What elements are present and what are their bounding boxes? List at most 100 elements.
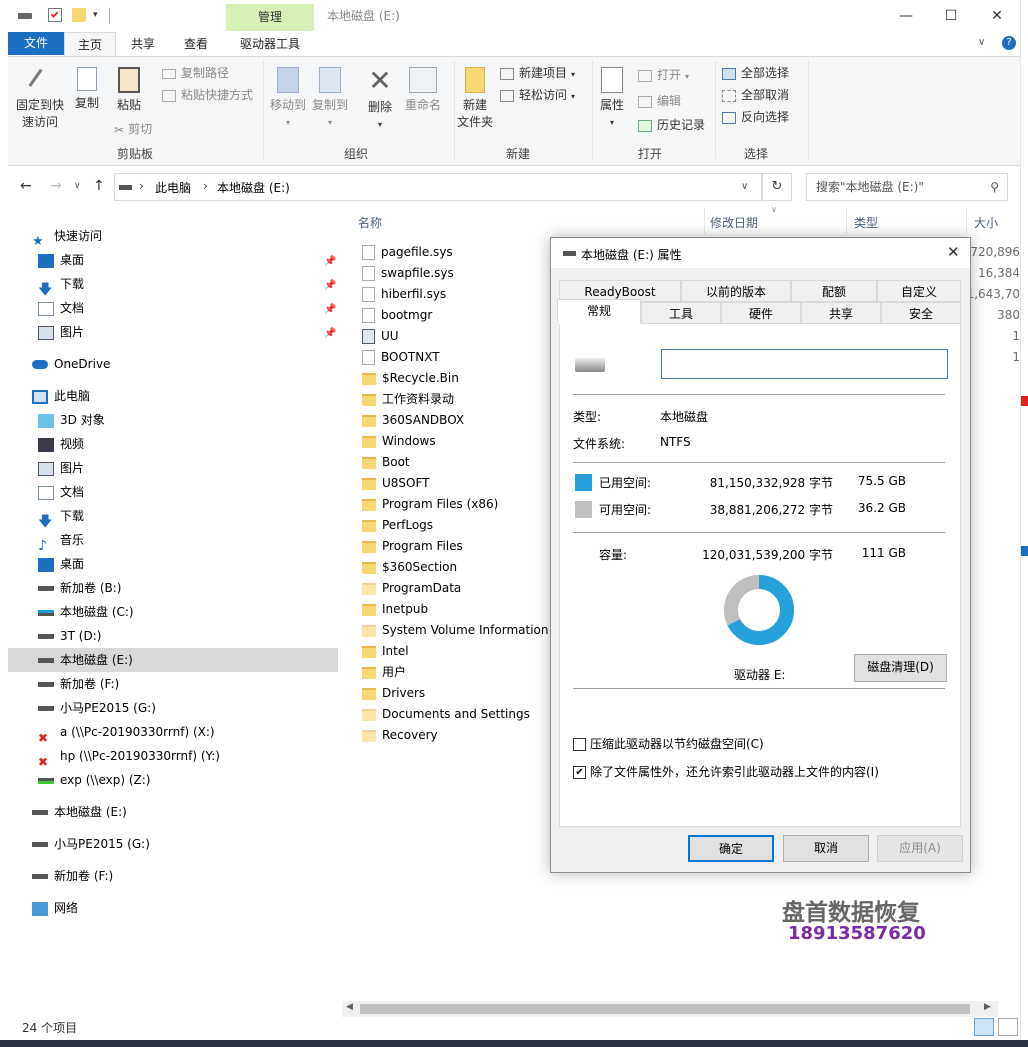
search-input[interactable]: 搜索"本地磁盘 (E:)" ⚲ [806, 173, 1008, 201]
delete-button[interactable]: ✕ 删除 ▾ [362, 67, 398, 133]
tab-quota[interactable]: 配额 [791, 280, 877, 302]
ok-button[interactable]: 确定 [688, 835, 774, 862]
nav-downloads[interactable]: 🡇 下载 [38, 272, 84, 298]
select-none-button[interactable]: 全部取消 [722, 85, 789, 105]
tab-security[interactable]: 安全 [881, 302, 961, 324]
tab-general-active[interactable]: 常规 [557, 299, 641, 324]
move-to-button[interactable]: 移动到 ▾ [268, 67, 308, 131]
cancel-button[interactable]: 取消 [783, 835, 869, 862]
address-bar[interactable]: › 此电脑 › 本地磁盘 (E:) ∨ [114, 173, 762, 201]
up-arrow-icon[interactable]: ↑ [93, 178, 105, 194]
tab-tools[interactable]: 工具 [641, 302, 721, 324]
pin-icon[interactable]: 📌 [324, 280, 336, 291]
dialog-close-icon[interactable]: ✕ [947, 243, 960, 261]
minimize-button[interactable]: — [896, 6, 916, 26]
history-button[interactable]: 历史记录 [638, 115, 705, 135]
large-icons-view-icon[interactable] [998, 1018, 1018, 1036]
tab-customize[interactable]: 自定义 [877, 280, 961, 302]
nav-this-pc[interactable]: 此电脑 [32, 384, 90, 408]
nav-removable-e[interactable]: 本地磁盘 (E:) [32, 800, 127, 824]
new-item-button[interactable]: 新建项目 ▾ [500, 63, 575, 83]
open-button[interactable]: 打开 ▾ [638, 65, 689, 85]
index-checkbox-checked[interactable]: ✔ [573, 766, 586, 779]
nav-drive-f[interactable]: 新加卷 (F:) [38, 672, 119, 696]
tab-sharing[interactable]: 共享 [801, 302, 881, 324]
collapse-ribbon-icon[interactable]: ∨ [978, 37, 985, 48]
address-dropdown-icon[interactable]: ∨ [741, 181, 748, 192]
easy-access-button[interactable]: 轻松访问 ▾ [500, 85, 575, 105]
nav-onedrive[interactable]: OneDrive [32, 352, 110, 376]
nav-drive-d[interactable]: 3T (D:) [38, 624, 101, 648]
column-header-size[interactable]: 大小 [974, 214, 998, 231]
paste-button[interactable]: 粘贴 [108, 67, 150, 114]
scroll-right-arrow-icon[interactable]: ▶ [984, 1002, 991, 1012]
nav-desktop[interactable]: 桌面 [38, 248, 84, 272]
recent-locations-icon[interactable]: ∨ [74, 181, 81, 191]
properties-button[interactable]: 属性 ▾ [592, 67, 632, 131]
tab-previous-versions[interactable]: 以前的版本 [681, 280, 791, 302]
edit-button[interactable]: 编辑 [638, 91, 681, 111]
copy-button[interactable]: 复制 [68, 67, 106, 112]
refresh-icon[interactable]: ↻ [762, 173, 792, 201]
nav-quick-access[interactable]: ★ 快速访问 [32, 224, 102, 249]
copy-to-button[interactable]: 复制到 ▾ [310, 67, 350, 131]
pin-quick-access-button[interactable]: 固定到快 速访问 [12, 68, 68, 131]
nav-pictures-pc[interactable]: 图片 [38, 456, 84, 480]
new-folder-quick-icon[interactable] [72, 8, 86, 22]
nav-drive-c[interactable]: 本地磁盘 (C:) [38, 600, 134, 624]
tab-hardware[interactable]: 硬件 [721, 302, 801, 324]
nav-drive-b[interactable]: 新加卷 (B:) [38, 576, 121, 600]
scrollbar-thumb[interactable] [360, 1004, 970, 1014]
compress-checkbox[interactable] [573, 738, 586, 751]
nav-pictures[interactable]: 图片 [38, 320, 84, 344]
pin-icon[interactable]: 📌 [324, 256, 336, 267]
back-arrow-icon[interactable]: ← [20, 178, 32, 194]
details-view-icon[interactable] [974, 1018, 994, 1036]
properties-quick-icon[interactable] [48, 8, 62, 22]
maximize-button[interactable]: ☐ [941, 6, 961, 26]
select-all-button[interactable]: 全部选择 [722, 63, 789, 83]
breadcrumb-current[interactable]: 本地磁盘 (E:) [217, 179, 290, 196]
help-icon[interactable]: ? [1002, 36, 1016, 50]
pin-icon[interactable]: 📌 [324, 328, 336, 339]
tab-file[interactable]: 文件 [8, 32, 64, 55]
nav-music[interactable]: ♪ 音乐 [38, 528, 84, 554]
nav-removable-g[interactable]: 小马PE2015 (G:) [32, 832, 150, 856]
nav-downloads-pc[interactable]: 🡇 下载 [38, 504, 84, 530]
nav-drive-e-selected[interactable]: 本地磁盘 (E:) [8, 648, 338, 672]
column-header-type[interactable]: 类型 [854, 214, 878, 231]
disk-cleanup-button[interactable]: 磁盘清理(D) [854, 654, 947, 682]
column-header-name[interactable]: 名称 [358, 214, 382, 231]
cut-button[interactable]: ✂ 剪切 [114, 119, 152, 139]
context-tab-manage[interactable]: 管理 [226, 4, 314, 31]
quick-access-dropdown-icon[interactable]: ▾ [93, 10, 98, 20]
scroll-left-arrow-icon[interactable]: ◀ [346, 1002, 353, 1012]
nav-network-drive-x[interactable]: ✖ a (\\Pc-20190330rrnf) (X:) [38, 720, 215, 745]
nav-3d-objects[interactable]: 3D 对象 [38, 408, 105, 432]
compress-option[interactable]: 压缩此驱动器以节约磁盘空间(C) [573, 735, 764, 752]
nav-network-drive-z[interactable]: exp (\\exp) (Z:) [38, 768, 151, 792]
column-header-date[interactable]: 修改日期 [710, 214, 758, 231]
invert-selection-button[interactable]: 反向选择 [722, 107, 789, 127]
nav-network-drive-y[interactable]: ✖ hp (\\Pc-20190330rrnf) (Y:) [38, 744, 220, 769]
index-option[interactable]: ✔ 除了文件属性外，还允许索引此驱动器上文件的内容(I) [573, 763, 879, 780]
nav-drive-g[interactable]: 小马PE2015 (G:) [38, 696, 156, 720]
nav-videos[interactable]: 视频 [38, 432, 84, 456]
close-window-button[interactable]: ✕ [987, 6, 1007, 26]
rename-button[interactable]: 重命名 [400, 67, 446, 114]
nav-desktop-pc[interactable]: 桌面 [38, 552, 84, 576]
nav-documents-pc[interactable]: 文档 [38, 480, 84, 504]
tab-drive-tools[interactable]: 驱动器工具 [226, 32, 314, 56]
horizontal-scrollbar[interactable]: ◀ ▶ [342, 1001, 998, 1017]
volume-label-input[interactable] [661, 349, 948, 379]
copy-path-button[interactable]: 复制路径 [162, 63, 229, 83]
nav-network[interactable]: 网络 [32, 896, 78, 920]
new-folder-button[interactable]: 新建 文件夹 [454, 67, 496, 131]
tab-view[interactable]: 查看 [170, 32, 222, 56]
apply-button[interactable]: 应用(A) [877, 835, 963, 862]
breadcrumb-this-pc[interactable]: 此电脑 [155, 179, 191, 196]
tab-home[interactable]: 主页 [64, 32, 116, 56]
paste-shortcut-button[interactable]: 粘贴快捷方式 [162, 85, 253, 105]
forward-arrow-icon[interactable]: → [50, 178, 62, 194]
pin-icon[interactable]: 📌 [324, 304, 336, 315]
